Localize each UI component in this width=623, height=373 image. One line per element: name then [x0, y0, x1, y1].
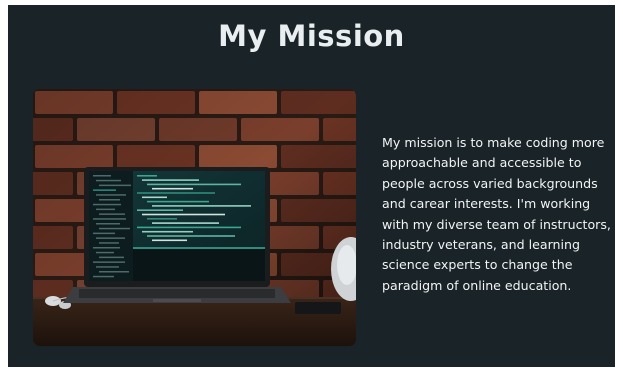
file-tree-line	[99, 213, 125, 215]
code-line	[142, 179, 199, 181]
file-tree-line	[93, 218, 126, 220]
code-line	[137, 175, 157, 177]
file-tree-line	[93, 247, 120, 249]
file-tree-line	[93, 203, 121, 206]
file-tree-line	[96, 194, 126, 196]
file-tree-line	[99, 242, 119, 244]
code-line	[147, 218, 177, 220]
code-line	[142, 230, 193, 233]
file-tree-line	[99, 184, 131, 187]
code-line	[152, 205, 251, 207]
file-tree-line	[93, 275, 114, 278]
code-line	[142, 196, 167, 199]
code-line	[152, 239, 187, 242]
file-tree-line	[96, 208, 115, 211]
file-tree-line	[99, 256, 124, 259]
file-tree-line	[99, 271, 129, 273]
file-tree-line	[96, 251, 114, 254]
mission-text: My mission is to make coding more approa…	[382, 135, 611, 293]
file-tree-line	[99, 199, 120, 201]
code-line	[147, 183, 241, 186]
file-tree-line	[99, 227, 130, 230]
file-tree-line	[93, 175, 111, 177]
code-line	[147, 235, 235, 237]
mission-section: My Mission My mission is to make coding …	[8, 5, 615, 367]
file-tree-line	[93, 261, 125, 263]
code-line	[137, 209, 183, 211]
file-tree-line	[96, 179, 121, 182]
section-title: My Mission	[218, 19, 405, 53]
file-tree-line	[93, 232, 115, 235]
code-line	[137, 192, 215, 194]
file-tree-line	[96, 237, 125, 239]
code-line	[152, 222, 219, 224]
code-line	[142, 213, 225, 216]
code-line	[137, 226, 241, 229]
code-line	[152, 187, 193, 190]
file-tree-line	[93, 189, 116, 191]
file-tree-line	[96, 266, 119, 268]
file-tree-line	[96, 223, 120, 225]
laptop-photo	[33, 89, 356, 346]
code-line	[147, 200, 209, 203]
